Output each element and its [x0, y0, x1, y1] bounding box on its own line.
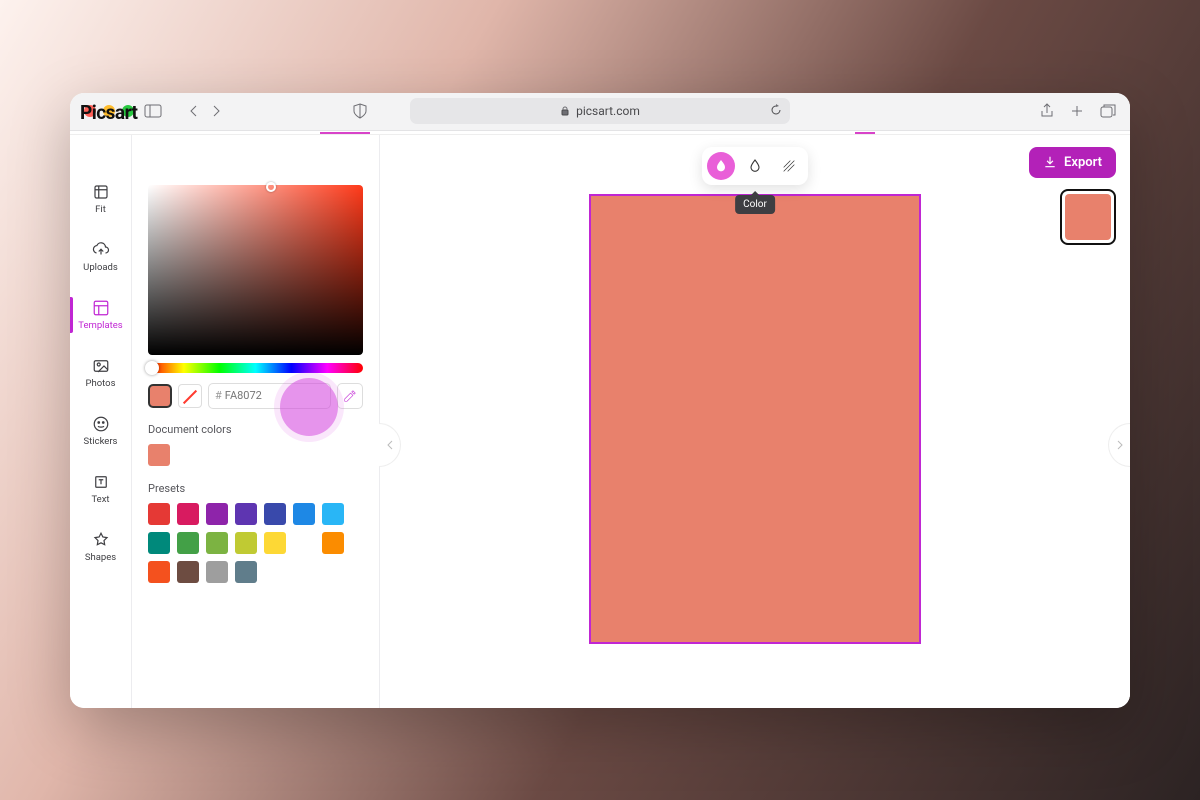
chevron-left-icon: [386, 439, 394, 451]
preset-swatch[interactable]: [264, 532, 286, 554]
rail-label: Photos: [86, 378, 116, 389]
preset-swatch[interactable]: [148, 561, 170, 583]
preset-swatch[interactable]: [177, 561, 199, 583]
preset-swatch[interactable]: [322, 503, 344, 525]
preset-swatch[interactable]: [206, 532, 228, 554]
rail-photos[interactable]: Photos: [70, 353, 131, 393]
preset-swatch[interactable]: [264, 503, 286, 525]
preset-swatch[interactable]: [322, 532, 344, 554]
preset-swatch[interactable]: [148, 503, 170, 525]
photos-icon: [92, 357, 110, 375]
preset-swatch[interactable]: [235, 532, 257, 554]
share-icon[interactable]: [1040, 103, 1054, 119]
preset-grid: [148, 503, 363, 583]
rail-label: Uploads: [83, 262, 118, 273]
gradient-fill-button[interactable]: [741, 152, 769, 180]
preset-swatch[interactable]: [293, 532, 315, 554]
export-button[interactable]: Export: [1029, 147, 1116, 178]
brand-logo[interactable]: Picsart: [80, 101, 360, 124]
hue-slider[interactable]: [148, 363, 363, 373]
preset-swatch[interactable]: [148, 532, 170, 554]
preset-swatch[interactable]: [177, 532, 199, 554]
text-icon: [92, 473, 110, 491]
artboard[interactable]: [590, 195, 920, 643]
rail-label: Shapes: [85, 552, 116, 563]
attention-highlight: [280, 378, 338, 436]
address-bar[interactable]: picsart.com: [410, 98, 790, 124]
export-label: Export: [1064, 155, 1102, 170]
drop-solid-icon: [713, 158, 729, 174]
rail-label: Stickers: [84, 436, 118, 447]
hex-value: FA8072: [225, 389, 262, 402]
app-shell: Picsart Fit Uploads Templates Photos Sti…: [70, 135, 1130, 708]
preset-swatch[interactable]: [206, 561, 228, 583]
fit-icon: [92, 183, 110, 201]
saturation-value-picker[interactable]: [148, 185, 363, 355]
download-icon: [1043, 155, 1057, 169]
preset-swatch[interactable]: [177, 503, 199, 525]
presets-label: Presets: [148, 482, 363, 495]
pattern-fill-button[interactable]: [775, 152, 803, 180]
hue-cursor[interactable]: [145, 361, 159, 375]
drop-outline-icon: [747, 158, 763, 174]
solid-fill-button[interactable]: [707, 152, 735, 180]
document-color-swatch[interactable]: [148, 444, 170, 466]
chevron-right-icon: [1116, 439, 1124, 451]
no-color-swatch[interactable]: [178, 384, 202, 408]
rail-text[interactable]: Text: [70, 469, 131, 509]
stickers-icon: [92, 415, 110, 433]
rail-label: Fit: [95, 204, 106, 215]
tooltip-color: Color: [735, 195, 775, 214]
rail-stickers[interactable]: Stickers: [70, 411, 131, 451]
rail-templates[interactable]: Templates: [70, 295, 131, 335]
preset-swatch[interactable]: [235, 503, 257, 525]
browser-window: picsart.com Picsart Fit: [70, 93, 1130, 708]
lock-icon: [560, 106, 570, 116]
rail-uploads[interactable]: Uploads: [70, 237, 131, 277]
current-color-swatch[interactable]: [148, 384, 172, 408]
templates-icon: [92, 299, 110, 317]
new-tab-icon[interactable]: [1070, 104, 1084, 118]
canvas-area: Color Export: [380, 135, 1130, 708]
tab-overview-icon[interactable]: [1100, 104, 1116, 118]
eyedropper-icon: [343, 389, 357, 403]
preset-swatch[interactable]: [235, 561, 257, 583]
sv-cursor[interactable]: [266, 182, 276, 192]
shapes-icon: [92, 531, 110, 549]
tool-rail: Fit Uploads Templates Photos Stickers Te…: [70, 135, 132, 708]
rail-fit[interactable]: Fit: [70, 179, 131, 219]
rail-label: Text: [91, 494, 109, 505]
eyedropper-button[interactable]: [337, 383, 363, 409]
preset-swatch[interactable]: [293, 503, 315, 525]
color-panel: # FA8072 Document colors Presets: [132, 135, 380, 708]
rail-label: Templates: [78, 320, 122, 331]
upload-icon: [92, 241, 110, 259]
page-thumbnail[interactable]: [1060, 189, 1116, 245]
rail-shapes[interactable]: Shapes: [70, 527, 131, 567]
address-url: picsart.com: [576, 104, 640, 118]
pattern-icon: [781, 158, 797, 174]
fill-toolbar: Color: [702, 147, 808, 185]
hex-hash: #: [215, 389, 222, 402]
preset-swatch[interactable]: [206, 503, 228, 525]
page-thumbnail-preview: [1065, 194, 1111, 240]
reload-icon[interactable]: [770, 104, 782, 119]
